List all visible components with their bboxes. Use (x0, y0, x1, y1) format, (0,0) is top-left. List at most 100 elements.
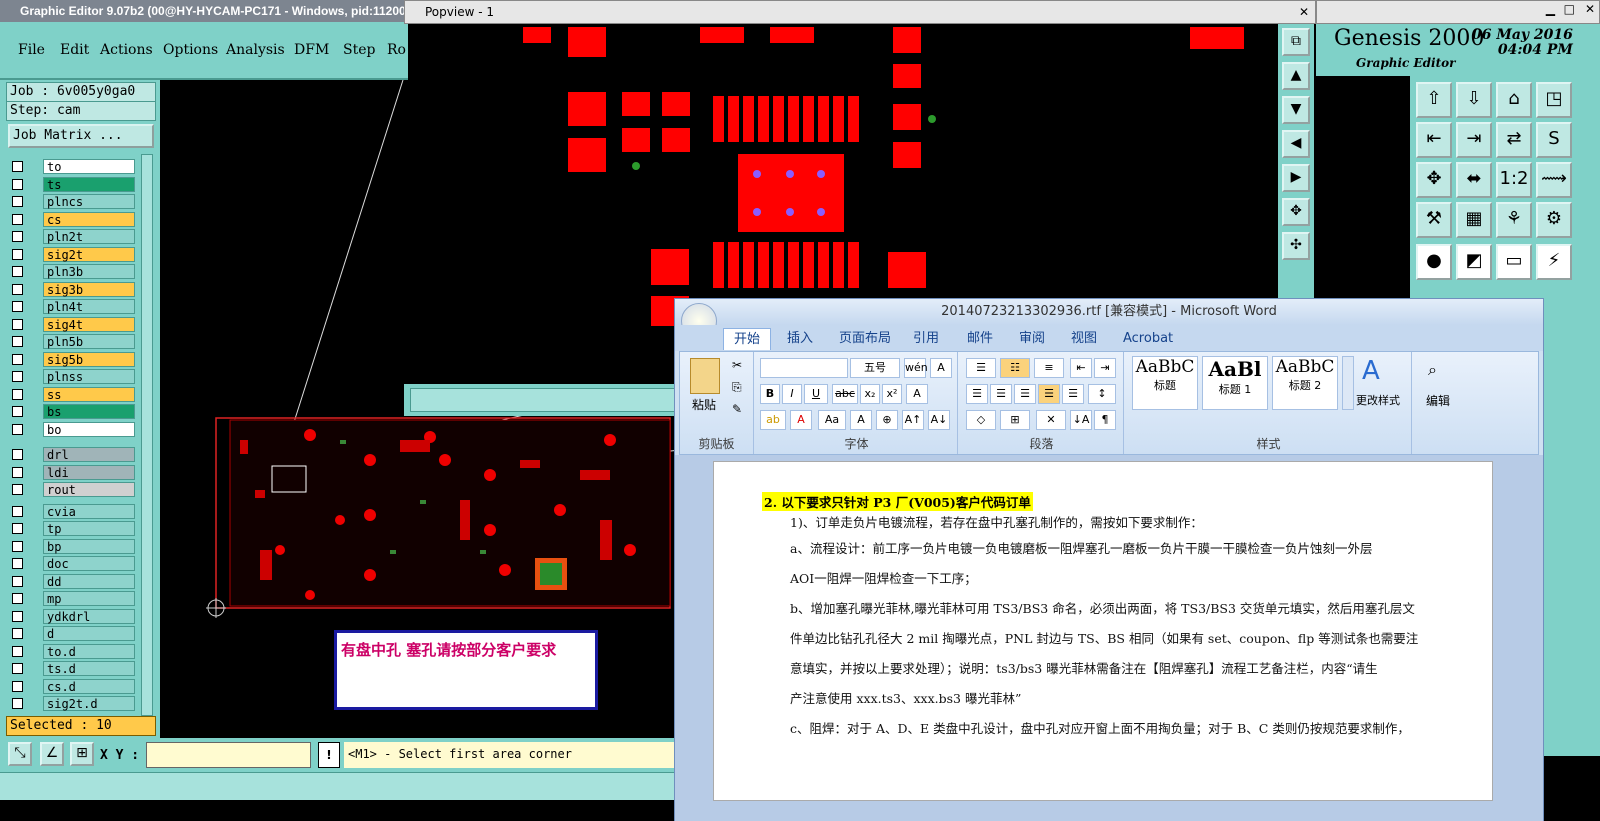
popview-close-icon[interactable]: ✕ (1299, 1, 1309, 23)
clear-format-icon[interactable]: A (906, 384, 928, 404)
layer-checkbox[interactable] (12, 388, 23, 400)
fill-icon[interactable]: ◇ (966, 410, 996, 430)
highlight-icon[interactable]: ab (760, 410, 786, 430)
s-icon[interactable]: S (1536, 122, 1572, 158)
layer-row[interactable]: cs (8, 211, 140, 228)
layer-row[interactable]: ydkdrl (8, 608, 140, 625)
layer-checkbox[interactable] (12, 318, 23, 330)
layer-name[interactable]: pln4t (43, 299, 135, 314)
layer-row[interactable]: cs.d (8, 678, 140, 695)
menu-options[interactable]: Options (163, 42, 218, 58)
layer-row[interactable]: sig2t (8, 246, 140, 263)
layer-row[interactable]: pln2t (8, 228, 140, 245)
layer-row[interactable]: bp (8, 538, 140, 555)
line-spacing-icon[interactable]: ↕ (1088, 384, 1116, 404)
move-left-icon[interactable]: ◀ (1282, 130, 1310, 158)
layer-checkbox[interactable] (12, 196, 23, 207)
menu-step[interactable]: Step (343, 42, 375, 58)
layer-name[interactable]: cvia (43, 503, 135, 519)
font-name-select[interactable] (760, 358, 848, 378)
layer-name[interactable]: cs.d (43, 678, 135, 694)
italic-button[interactable]: I (782, 384, 802, 404)
in-icon[interactable]: ⇤ (1416, 122, 1452, 158)
ruler-icon[interactable]: ▭ (1496, 244, 1532, 280)
layer-name[interactable]: doc (43, 556, 135, 571)
format-painter-icon[interactable]: ✎ (732, 402, 742, 416)
layer-name[interactable]: ydkdrl (43, 608, 135, 624)
layer-checkbox[interactable] (12, 540, 23, 552)
red-net-icon[interactable]: ⚘ (1496, 202, 1532, 238)
layer-row[interactable]: pln4t (8, 298, 140, 315)
align-right-icon[interactable]: ☰ (1014, 384, 1036, 404)
layer-checkbox[interactable] (12, 213, 23, 225)
layer-checkbox[interactable] (12, 178, 23, 190)
find-icon[interactable]: ⌕ (1428, 360, 1437, 380)
layer-list-scrollbar[interactable] (141, 154, 153, 716)
popview-scrollbar[interactable] (410, 388, 680, 412)
layer-row[interactable]: doc (8, 555, 140, 572)
increase-indent-icon[interactable]: ⇥ (1094, 358, 1116, 378)
layer-checkbox[interactable] (12, 336, 23, 347)
layer-name[interactable]: to (43, 159, 135, 174)
subscript-button[interactable]: x₂ (860, 384, 880, 404)
layer-checkbox[interactable] (12, 161, 23, 172)
grid-icon[interactable]: ⊞ (70, 742, 94, 766)
layer-name[interactable]: to.d (43, 643, 135, 659)
asian-layout-icon[interactable]: ✕ (1036, 410, 1066, 430)
zoom-in-icon[interactable]: ✥ (1282, 198, 1310, 226)
layer-checkbox[interactable] (12, 575, 23, 587)
layer-checkbox[interactable] (12, 628, 23, 639)
decrease-indent-icon[interactable]: ⇤ (1070, 358, 1092, 378)
layer-name[interactable]: sig2t (43, 246, 135, 262)
corner-icon[interactable]: ◳ (1536, 82, 1572, 118)
layer-name[interactable]: ss (43, 386, 135, 402)
layer-row[interactable]: mp (8, 590, 140, 607)
layer-name[interactable]: d (43, 626, 135, 641)
maximize-icon[interactable]: □ (1564, 2, 1575, 16)
job-matrix-button[interactable]: Job Matrix ... (8, 124, 154, 148)
menu-analysis[interactable]: Analysis (226, 42, 285, 58)
layer-name[interactable]: dd (43, 573, 135, 589)
layer-checkbox[interactable] (12, 266, 23, 277)
change-case-icon[interactable]: Aa (818, 410, 846, 430)
layer-name[interactable]: ts.d (43, 661, 135, 676)
layer-checkbox[interactable] (12, 406, 23, 417)
edit-label[interactable]: 编辑 (1426, 392, 1450, 409)
layer-row[interactable]: bs (8, 403, 140, 420)
down-icon[interactable]: ⇩ (1456, 82, 1492, 118)
sort-icon[interactable]: ↓A (1070, 410, 1092, 430)
layer-row[interactable]: drl (8, 446, 140, 463)
layer-name[interactable]: bo (43, 421, 135, 437)
wire-icon[interactable]: ⚡ (1536, 244, 1572, 280)
layer-name[interactable]: ts (43, 176, 135, 192)
layer-row[interactable]: rout (8, 481, 140, 498)
layer-row[interactable]: dd (8, 573, 140, 590)
layer-checkbox[interactable] (12, 283, 23, 295)
tab-insert[interactable]: 插入 (787, 328, 813, 350)
layer-checkbox[interactable] (12, 523, 23, 534)
layer-row[interactable]: pln5b (8, 333, 140, 350)
zoom-area-icon[interactable]: ⤡ (8, 742, 32, 766)
layer-row[interactable]: to (8, 158, 140, 175)
layer-name[interactable]: drl (43, 447, 135, 462)
layer-name[interactable]: pln3b (43, 264, 135, 279)
layer-checkbox[interactable] (12, 301, 23, 312)
move-right-icon[interactable]: ▶ (1282, 164, 1310, 192)
layer-row[interactable]: ts.d (8, 660, 140, 677)
tab-layout[interactable]: 页面布局 (839, 328, 891, 350)
fit-icon[interactable]: ✥ (1416, 162, 1452, 198)
close-icon[interactable]: ✕ (1585, 2, 1595, 16)
layer-row[interactable]: sig5b (8, 351, 140, 368)
justify-icon[interactable]: ☰ (1038, 384, 1060, 404)
layer-name[interactable]: sig2t.d (43, 696, 135, 711)
font-wen-icon[interactable]: wén (904, 358, 928, 378)
multilevel-icon[interactable]: ≡ (1034, 358, 1064, 378)
style-heading-2[interactable]: AaBbC 标题 2 (1272, 356, 1338, 410)
copy-icon[interactable]: ⎘ (732, 380, 742, 395)
layer-checkbox[interactable] (12, 505, 23, 517)
layer-checkbox[interactable] (12, 231, 23, 242)
blue-net-icon[interactable]: ⚙ (1536, 202, 1572, 238)
out-icon[interactable]: ⇥ (1456, 122, 1492, 158)
paste-icon[interactable] (690, 358, 720, 394)
layer-down-icon[interactable]: ▼ (1282, 96, 1310, 124)
